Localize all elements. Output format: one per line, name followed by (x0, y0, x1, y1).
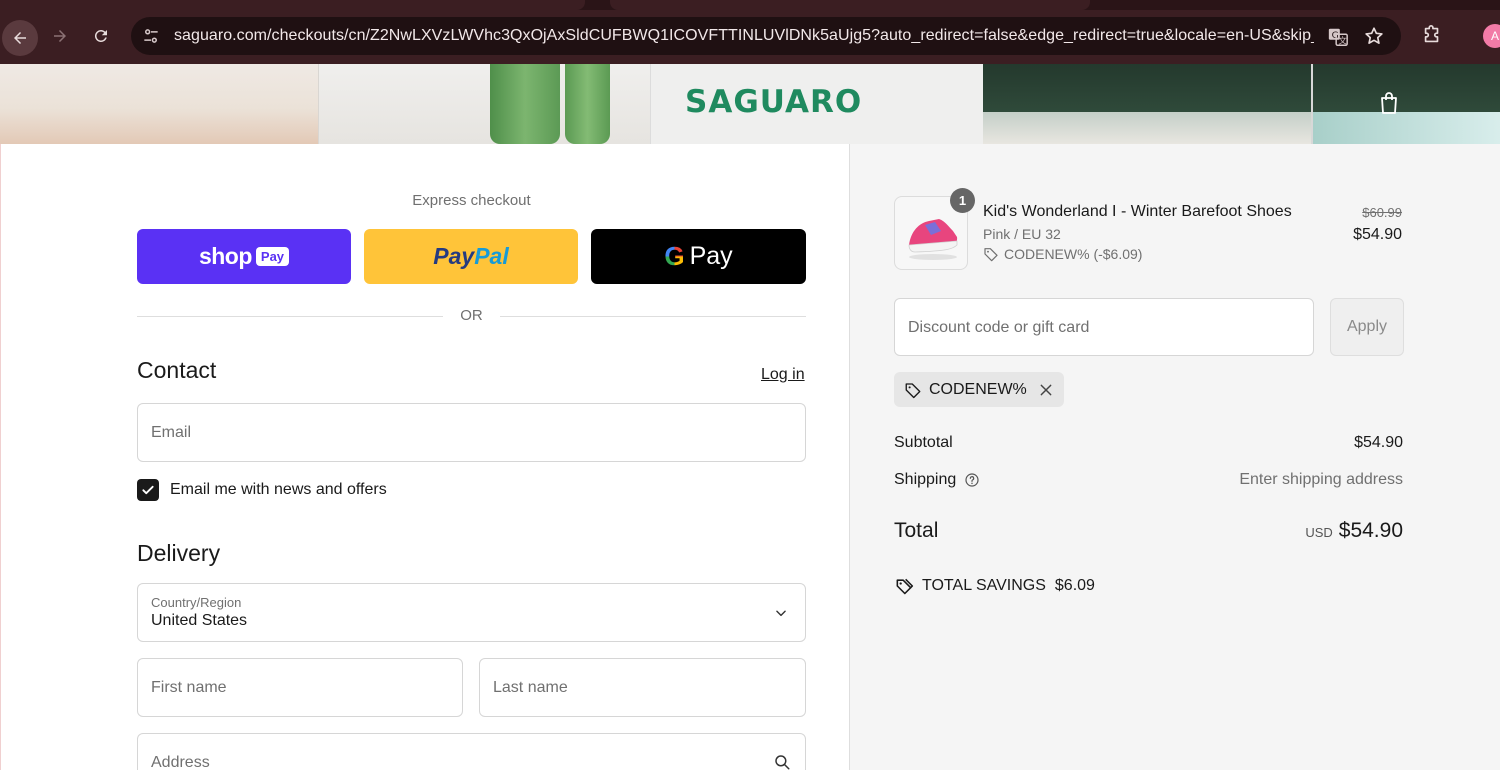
subtotal-row: Subtotal $54.90 (894, 434, 1403, 452)
total-row: Total USD $54.90 (894, 519, 1403, 547)
tag-icon (983, 246, 999, 262)
store-banner: SAGUARO (0, 64, 1500, 144)
or-label: OR (460, 307, 483, 324)
tags-icon (894, 576, 914, 596)
country-label: Country/Region (151, 595, 242, 610)
newsletter-checkbox[interactable] (137, 479, 159, 501)
active-tab[interactable] (0, 0, 585, 10)
shipping-row: Shipping Enter shipping address (894, 471, 1403, 489)
address-placeholder: Address (151, 754, 210, 770)
discount-placeholder: Discount code or gift card (908, 319, 1090, 336)
google-pay-label: Pay (689, 242, 733, 270)
cactus-shape (565, 64, 610, 144)
arrow-right-icon (54, 30, 66, 42)
shipping-value: Enter shipping address (1239, 471, 1403, 488)
shipping-label: Shipping (894, 471, 957, 488)
arrow-left-icon (14, 32, 26, 44)
sale-price: $54.90 (1353, 226, 1402, 243)
discount-code-field[interactable]: Discount code or gift card (894, 298, 1314, 356)
country-select[interactable]: Country/Region United States (137, 583, 806, 642)
savings-label: TOTAL SAVINGS (922, 577, 1046, 594)
total-currency: USD (1305, 525, 1333, 540)
divider-line (137, 316, 443, 317)
paypal-wordmark-a: Pay (433, 243, 475, 269)
browser-chrome: saguaro.com/checkouts/cn/Z2NwLXVzLWVhc3Q… (0, 0, 1500, 64)
product-name: Kid's Wonderland I - Winter Barefoot Sho… (983, 203, 1292, 220)
svg-text:文: 文 (1338, 35, 1346, 45)
email-placeholder: Email (151, 424, 192, 441)
reload-button[interactable] (85, 20, 117, 52)
tab-strip (0, 0, 1500, 10)
product-discount: CODENEW% (-$6.09) (983, 246, 1142, 262)
contact-heading: Contact (137, 357, 217, 383)
paypal-button[interactable]: Pay Pal (364, 229, 578, 284)
last-name-placeholder: Last name (493, 679, 568, 696)
back-button[interactable] (2, 20, 38, 56)
shop-wordmark: shop (198, 243, 252, 269)
total-value: $54.90 (1338, 519, 1403, 542)
banner-water-image (1313, 112, 1500, 144)
express-checkout-label: Express checkout (412, 192, 531, 209)
or-divider: OR (137, 307, 806, 325)
forward-button[interactable] (44, 20, 76, 52)
url-text[interactable]: saguaro.com/checkouts/cn/Z2NwLXVzLWVhc3Q… (174, 27, 1314, 45)
help-question-icon[interactable] (964, 472, 980, 488)
store-logo[interactable]: SAGUARO (685, 84, 862, 120)
checkout-form-pane: Express checkout shop Pay Pay Pal G Pay O… (0, 144, 849, 770)
subtotal-label: Subtotal (894, 434, 953, 451)
checkmark-icon (142, 485, 154, 495)
last-name-field[interactable]: Last name (479, 658, 806, 717)
newsletter-label: Email me with news and offers (170, 481, 387, 498)
cactus-shape (490, 64, 560, 144)
first-name-field[interactable]: First name (137, 658, 463, 717)
original-price: $60.99 (1362, 205, 1402, 220)
login-link[interactable]: Log in (761, 366, 805, 384)
country-value: United States (151, 612, 248, 629)
divider-line (500, 316, 806, 317)
subtotal-value: $54.90 (1354, 434, 1403, 451)
email-field[interactable]: Email (137, 403, 806, 462)
google-g-icon: G (664, 241, 685, 271)
extensions-puzzle-icon[interactable] (1421, 24, 1443, 46)
total-label: Total (894, 519, 939, 542)
banner-divider (1311, 64, 1313, 144)
profile-avatar[interactable]: A (1483, 24, 1500, 48)
paypal-wordmark-b: Pal (474, 243, 509, 269)
shop-pay-pill: Pay (255, 247, 290, 266)
applied-code-chip: CODENEW% (894, 372, 1064, 407)
tag-icon (904, 381, 922, 399)
shopping-bag-icon[interactable] (1377, 90, 1401, 116)
delivery-heading: Delivery (137, 540, 221, 566)
product-discount-text: CODENEW% (-$6.09) (1004, 246, 1143, 262)
order-summary-pane: 1 Kid's Wonderland I - Winter Barefoot S… (849, 144, 1500, 770)
address-bar[interactable]: saguaro.com/checkouts/cn/Z2NwLXVzLWVhc3Q… (131, 17, 1401, 55)
first-name-placeholder: First name (151, 679, 227, 696)
newsletter-checkbox-row[interactable]: Email me with news and offers (137, 479, 387, 501)
chevron-down-icon (774, 606, 788, 620)
inactive-tab[interactable] (610, 0, 1090, 10)
address-field[interactable]: Address (137, 733, 806, 770)
bookmark-star-icon[interactable] (1363, 25, 1385, 47)
applied-code-label: CODENEW% (929, 380, 1027, 398)
savings-value: $6.09 (1054, 577, 1095, 594)
site-info-icon[interactable] (141, 26, 161, 46)
product-variant: Pink / EU 32 (983, 226, 1061, 242)
total-savings: TOTAL SAVINGS $6.09 (894, 576, 1095, 596)
apply-button[interactable]: Apply (1330, 298, 1404, 356)
total-amount: USD $54.90 (1305, 519, 1403, 543)
reload-icon (94, 29, 107, 42)
banner-sand-image (0, 64, 318, 144)
google-pay-button[interactable]: G Pay (591, 229, 806, 284)
shop-pay-button[interactable]: shop Pay (137, 229, 351, 284)
quantity-badge: 1 (950, 188, 975, 213)
remove-code-close-icon[interactable] (1038, 382, 1054, 398)
search-icon (773, 753, 791, 770)
banner-forest-image (983, 64, 1500, 144)
translate-icon[interactable]: G文 (1327, 26, 1349, 48)
